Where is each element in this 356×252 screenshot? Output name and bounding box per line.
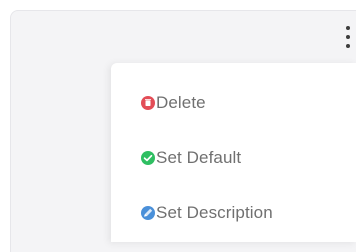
context-menu: Delete Set Default Set Description — [111, 63, 356, 242]
kebab-dot — [346, 26, 350, 30]
delete-menu-item[interactable]: Delete — [111, 75, 356, 130]
set-default-label: Set Default — [156, 147, 242, 167]
check-icon — [141, 150, 155, 165]
kebab-dot — [346, 44, 350, 48]
set-description-label: Set Description — [156, 202, 273, 222]
description-icon — [141, 205, 155, 220]
kebab-dot — [346, 35, 350, 39]
delete-icon — [141, 95, 155, 110]
set-default-menu-item[interactable]: Set Default — [111, 130, 356, 185]
more-options-icon[interactable] — [341, 26, 355, 48]
delete-label: Delete — [156, 92, 206, 112]
set-description-menu-item[interactable]: Set Description — [111, 185, 356, 240]
